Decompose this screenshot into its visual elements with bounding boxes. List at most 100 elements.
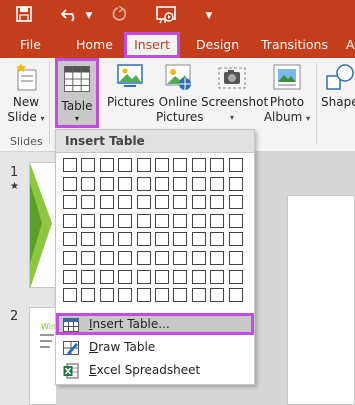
customize-toolbar-icon[interactable]: ▼ [203,6,215,26]
table-grid-cell[interactable] [173,251,188,265]
table-grid-cell[interactable] [173,213,188,228]
table-grid-cell[interactable] [81,269,96,284]
table-grid-cell[interactable] [191,195,206,210]
table-grid-cell[interactable] [191,251,206,265]
table-grid-cell[interactable] [191,269,206,284]
table-grid-cell[interactable] [155,232,169,247]
table-grid-cell[interactable] [210,269,225,284]
undo-icon[interactable] [60,6,80,26]
undo-dropdown-icon[interactable]: ▼ [84,6,94,26]
table-grid-cell[interactable] [99,288,114,303]
insert-table-menu-item[interactable]: Insert Table... [56,313,254,335]
pictures-button[interactable]: Pictures [107,62,155,110]
table-grid-cell[interactable] [155,195,169,210]
table-grid-cell[interactable] [118,158,133,172]
tab-file[interactable]: File [14,32,47,58]
table-grid-cell[interactable] [228,176,243,191]
table-grid-cell[interactable] [136,195,151,210]
table-grid-cell[interactable] [118,176,133,191]
table-grid-cell[interactable] [228,213,243,228]
online-pictures-button[interactable]: Online Pictures [156,62,204,125]
table-grid-cell[interactable] [173,195,188,210]
draw-table-menu-item[interactable]: Draw Table [56,336,254,358]
table-grid-cell[interactable] [228,232,243,247]
table-grid-cell[interactable] [63,269,77,284]
table-grid-cell[interactable] [63,158,77,172]
table-grid-cell[interactable] [136,251,151,265]
current-slide[interactable] [287,195,355,405]
table-grid-cell[interactable] [63,288,77,303]
table-grid-cell[interactable] [173,176,188,191]
table-grid-cell[interactable] [173,269,188,284]
table-grid-cell[interactable] [81,232,96,247]
table-grid-cell[interactable] [81,213,96,228]
table-grid-cell[interactable] [210,158,225,172]
tab-home[interactable]: Home [70,32,119,58]
table-grid-cell[interactable] [118,269,133,284]
table-grid-cell[interactable] [63,251,77,265]
table-grid-cell[interactable] [63,232,77,247]
table-grid-cell[interactable] [155,176,169,191]
table-grid-cell[interactable] [63,213,77,228]
table-grid-cell[interactable] [118,232,133,247]
photo-album-dropdown-icon[interactable]: ▾ [306,114,310,123]
table-grid-cell[interactable] [210,232,225,247]
table-grid-cell[interactable] [136,232,151,247]
table-grid-cell[interactable] [210,195,225,210]
tab-insert[interactable]: Insert [124,32,180,58]
table-grid-cell[interactable] [81,251,96,265]
table-grid-cell[interactable] [173,232,188,247]
screenshot-button[interactable]: Screenshot ▾ [201,62,268,125]
save-icon[interactable] [14,6,34,26]
table-grid-cell[interactable] [118,213,133,228]
table-grid-cell[interactable] [210,176,225,191]
table-grid-cell[interactable] [136,269,151,284]
table-grid-cell[interactable] [99,158,114,172]
photo-album-button[interactable]: Photo Album ▾ [263,62,311,126]
table-grid-cell[interactable] [99,251,114,265]
table-grid-cell[interactable] [191,288,206,303]
table-grid-cell[interactable] [99,269,114,284]
tab-design[interactable]: Design [190,32,245,58]
tab-transitions[interactable]: Transitions [255,32,334,58]
table-grid-cell[interactable] [136,213,151,228]
table-grid-cell[interactable] [99,176,114,191]
table-grid-cell[interactable] [99,195,114,210]
table-grid-cell[interactable] [81,158,96,172]
table-grid-cell[interactable] [155,269,169,284]
table-grid-cell[interactable] [173,158,188,172]
table-grid-cell[interactable] [136,158,151,172]
table-grid-cell[interactable] [210,213,225,228]
new-slide-button[interactable]: New Slide ▾ [6,62,46,126]
table-grid-cell[interactable] [81,176,96,191]
table-grid-cell[interactable] [191,176,206,191]
excel-spreadsheet-menu-item[interactable]: Excel Spreadsheet [56,359,254,381]
table-grid-cell[interactable] [173,288,188,303]
table-grid-cell[interactable] [136,176,151,191]
table-grid-cell[interactable] [63,176,77,191]
slideshow-icon[interactable] [155,6,177,26]
table-button[interactable]: Table ▾ [55,58,99,128]
table-grid-cell[interactable] [99,232,114,247]
table-grid-cell[interactable] [228,269,243,284]
table-grid-cell[interactable] [191,232,206,247]
table-grid-cell[interactable] [81,195,96,210]
table-grid-cell[interactable] [81,288,96,303]
table-dropdown-icon[interactable]: ▾ [58,114,96,123]
table-grid-cell[interactable] [191,158,206,172]
shapes-button[interactable]: Shape [321,62,355,110]
table-grid-cell[interactable] [155,158,169,172]
screenshot-dropdown-icon[interactable]: ▾ [201,110,263,125]
table-grid-cell[interactable] [228,158,243,172]
table-grid-cell[interactable] [228,195,243,210]
table-grid-cell[interactable] [63,195,77,210]
table-grid-cell[interactable] [228,288,243,303]
table-grid-cell[interactable] [99,213,114,228]
tab-animations[interactable]: A [340,32,355,58]
new-slide-dropdown-icon[interactable]: ▾ [41,114,45,123]
table-grid-cell[interactable] [210,288,225,303]
table-grid-cell[interactable] [155,288,169,303]
table-grid-cell[interactable] [136,288,151,303]
table-grid-cell[interactable] [191,213,206,228]
table-grid-cell[interactable] [118,195,133,210]
